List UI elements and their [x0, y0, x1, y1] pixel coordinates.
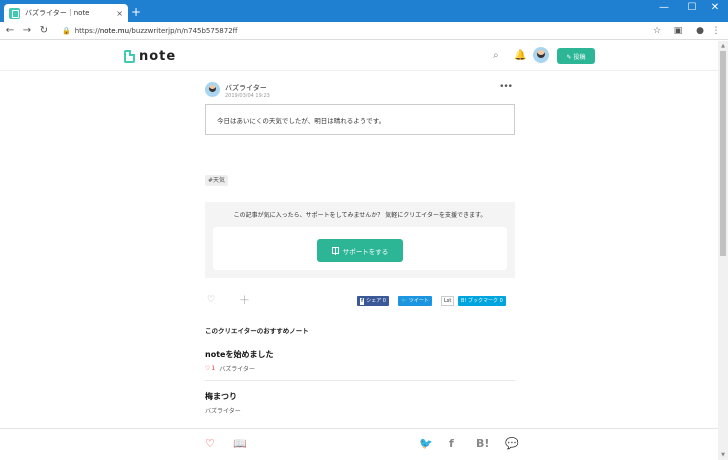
hatena-icon[interactable]: B!: [476, 437, 489, 450]
hashtag[interactable]: #天気: [205, 175, 229, 186]
logo-text: note: [139, 49, 177, 64]
post-date: 2019/03/04 19:23: [225, 93, 270, 99]
back-button[interactable]: ←: [3, 24, 17, 38]
recommend-meta: ♡ 1 バズライター: [205, 364, 515, 373]
browser-titlebar: バズライター｜note × + — ☐ ✕: [0, 0, 728, 22]
gift-icon: [331, 247, 339, 255]
scroll-up-arrow-icon[interactable]: ▲: [718, 41, 728, 51]
bookmark-star-icon[interactable]: ☆: [651, 25, 663, 37]
tweet-count: Lst: [441, 296, 455, 306]
recommend-heading: このクリエイターのおすすめノート: [205, 327, 309, 335]
search-icon[interactable]: ⌕: [493, 50, 499, 61]
browser-menu-icon[interactable]: ⋮: [710, 25, 722, 37]
support-button-label: サポートをする: [342, 247, 389, 256]
tab-title: バズライター｜note: [25, 9, 90, 17]
facebook-icon: f: [360, 297, 365, 305]
facebook-share-button[interactable]: f シェア 0: [357, 296, 389, 306]
author-name[interactable]: バズライター: [225, 83, 267, 93]
tweet-button[interactable]: 🐦 ツイート: [398, 296, 432, 306]
support-button[interactable]: サポートをする: [317, 239, 403, 262]
reload-button[interactable]: ↻: [37, 24, 51, 38]
add-to-magazine-icon[interactable]: +: [239, 293, 250, 308]
recommend-title[interactable]: 梅まつり: [205, 391, 515, 402]
browser-tab[interactable]: バズライター｜note ×: [4, 4, 128, 22]
recommend-author: バズライター: [219, 366, 255, 373]
hatena-bookmark-button[interactable]: B! ブックマーク 0: [458, 296, 506, 306]
note-favicon-icon: [9, 7, 20, 19]
more-options-icon[interactable]: •••: [499, 82, 513, 92]
magazine-icon[interactable]: 📖: [233, 437, 247, 450]
new-tab-button[interactable]: +: [131, 5, 141, 19]
note-logo[interactable]: note: [124, 49, 176, 64]
post-button[interactable]: ✎ 投稿: [557, 48, 595, 64]
bottom-like-icon[interactable]: ♡: [205, 437, 215, 450]
extension-icon[interactable]: ▣: [672, 25, 684, 37]
page-scrollbar[interactable]: ▲ ▼: [718, 41, 728, 460]
twitter-icon[interactable]: 🐦: [419, 437, 433, 450]
address-bar[interactable]: 🔒 https:// note.mu /buzzwriterjp/n/n745b…: [56, 24, 664, 38]
note-logo-icon: [124, 50, 135, 63]
site-header: note ⌕ 🔔 ✎ 投稿: [0, 41, 718, 71]
author-avatar[interactable]: [205, 82, 220, 97]
minimize-button[interactable]: —: [655, 2, 673, 14]
facebook-share-label: シェア 0: [366, 298, 386, 304]
heart-icon: ♡: [205, 365, 211, 372]
url-scheme: https://: [74, 27, 100, 35]
support-inner-box: サポートをする: [213, 227, 507, 270]
recommend-author: バズライター: [205, 408, 241, 415]
bell-icon[interactable]: 🔔: [514, 50, 526, 61]
list-item[interactable]: 梅まつり バズライター: [205, 391, 515, 421]
scroll-thumb[interactable]: [720, 51, 726, 256]
actions-row: ♡ + f シェア 0 🐦 ツイート Lst B! ブックマーク 0: [205, 293, 515, 309]
forward-button[interactable]: →: [20, 24, 34, 38]
recommend-title[interactable]: noteを始めました: [205, 349, 515, 360]
support-panel: この記事が気に入ったら、サポートをしてみませんか？ 気軽にクリエイターを支援でき…: [205, 202, 515, 278]
maximize-button[interactable]: ☐: [683, 2, 701, 14]
support-message: この記事が気に入ったら、サポートをしてみませんか？ 気軽にクリエイターを支援でき…: [233, 212, 487, 219]
like-count: 1: [211, 365, 216, 372]
like-heart-icon[interactable]: ♡: [207, 295, 215, 305]
browser-toolbar: ← → ↻ 🔒 https:// note.mu /buzzwriterjp/n…: [0, 22, 728, 40]
recommend-meta: バズライター: [205, 406, 515, 415]
article-body-text: 今日はあいにくの天気でしたが、明日は晴れるようです。: [217, 116, 386, 125]
article-body: 今日はあいにくの天気でしたが、明日は晴れるようです。: [205, 104, 515, 135]
list-item[interactable]: noteを始めました ♡ 1 バズライター: [205, 349, 515, 381]
tab-close-icon[interactable]: ×: [116, 9, 123, 18]
scroll-down-arrow-icon[interactable]: ▼: [718, 450, 728, 460]
user-avatar[interactable]: [533, 47, 549, 63]
close-window-button[interactable]: ✕: [706, 2, 724, 14]
lock-icon: 🔒: [62, 27, 71, 35]
facebook-icon[interactable]: f: [449, 437, 454, 450]
url-path: /buzzwriterjp/n/n745b575872ff: [129, 27, 238, 35]
author-row: バズライター 2019/03/04 19:23 •••: [205, 82, 515, 102]
line-icon[interactable]: 💬: [505, 437, 519, 450]
profile-icon[interactable]: ●: [694, 25, 706, 37]
url-host: note.mu: [99, 27, 130, 35]
bottom-action-bar: ♡ 📖 🐦 f B! 💬: [0, 428, 718, 460]
